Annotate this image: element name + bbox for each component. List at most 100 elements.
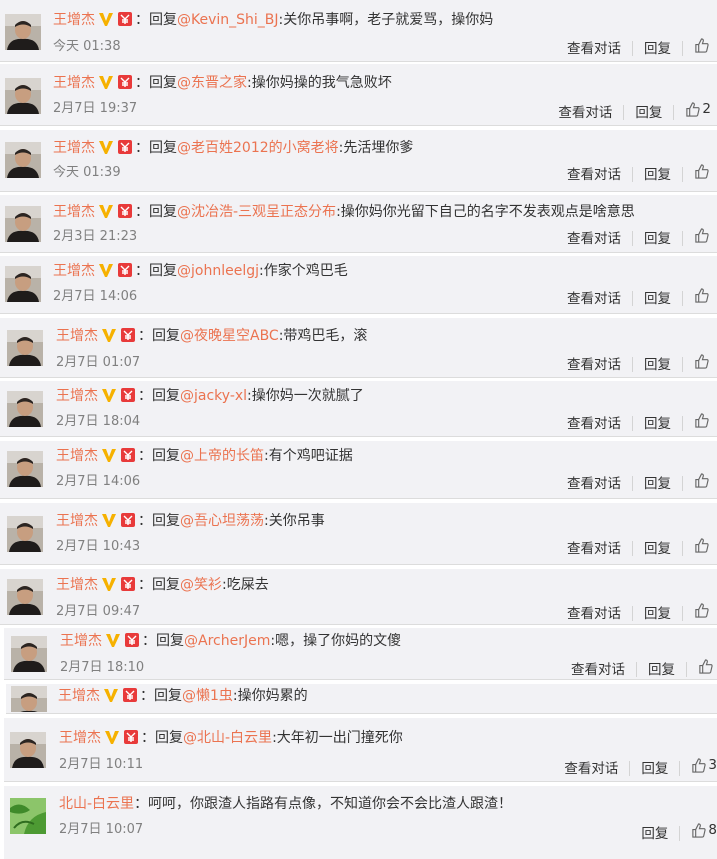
mention-link[interactable]: @沈冶浩-三观呈正态分布 bbox=[177, 204, 336, 220]
mention-link[interactable]: @上帝的长笛 bbox=[180, 448, 264, 464]
avatar[interactable] bbox=[5, 266, 41, 302]
view-conversation-link[interactable]: 查看对话 bbox=[567, 605, 621, 623]
author-name[interactable]: 王增杰 bbox=[56, 328, 98, 344]
view-conversation-link[interactable]: 查看对话 bbox=[567, 290, 621, 308]
timestamp[interactable]: 2月7日 18:10 bbox=[60, 659, 144, 677]
view-conversation-link[interactable]: 查看对话 bbox=[567, 356, 621, 374]
like-button[interactable] bbox=[694, 603, 711, 618]
like-button[interactable] bbox=[698, 659, 715, 674]
mention-link[interactable]: @北山-白云里 bbox=[183, 730, 272, 746]
view-conversation-link[interactable]: 查看对话 bbox=[567, 166, 621, 184]
reply-link[interactable]: 回复 bbox=[644, 166, 671, 184]
like-button[interactable] bbox=[694, 538, 711, 553]
mention-link[interactable]: @东晋之家 bbox=[177, 75, 247, 91]
avatar[interactable] bbox=[7, 391, 43, 427]
timestamp[interactable]: 2月7日 10:43 bbox=[56, 538, 140, 556]
avatar[interactable] bbox=[7, 451, 43, 487]
comment-text: ：呵呵，你跟渣人指路有点像，不知道你会不会比渣人跟渣！ bbox=[134, 796, 513, 812]
verified-v-icon bbox=[105, 632, 121, 654]
timestamp[interactable]: 2月7日 01:07 bbox=[56, 354, 140, 372]
red-envelope-badge-icon bbox=[120, 512, 136, 534]
reply-link[interactable]: 回复 bbox=[644, 290, 671, 308]
like-button[interactable] bbox=[694, 413, 711, 428]
author-name[interactable]: 王增杰 bbox=[56, 513, 98, 529]
timestamp[interactable]: 2月7日 14:06 bbox=[53, 288, 137, 306]
action-bar: 查看对话 回复 bbox=[567, 228, 711, 248]
timestamp[interactable]: 2月7日 10:11 bbox=[59, 756, 143, 774]
avatar[interactable] bbox=[11, 686, 47, 712]
like-button[interactable]: 2 bbox=[685, 100, 711, 118]
author-name[interactable]: 王增杰 bbox=[59, 730, 101, 746]
like-button[interactable] bbox=[694, 164, 711, 179]
author-name[interactable]: 王增杰 bbox=[53, 140, 95, 156]
mention-link[interactable]: @笑衫 bbox=[180, 577, 222, 593]
avatar[interactable] bbox=[5, 14, 41, 50]
avatar[interactable] bbox=[5, 206, 41, 242]
reply-link[interactable]: 回复 bbox=[644, 415, 671, 433]
view-conversation-link[interactable]: 查看对话 bbox=[571, 661, 625, 679]
timestamp[interactable]: 今天 01:39 bbox=[53, 164, 121, 182]
reply-link[interactable]: 回复 bbox=[635, 104, 662, 122]
mention-link[interactable]: @老百姓2012的小窝老将 bbox=[177, 140, 339, 156]
author-name[interactable]: 王增杰 bbox=[56, 388, 98, 404]
like-button[interactable]: 3 bbox=[691, 756, 717, 774]
like-button[interactable] bbox=[694, 288, 711, 303]
timestamp[interactable]: 2月7日 14:06 bbox=[56, 473, 140, 491]
reply-link[interactable]: 回复 bbox=[644, 540, 671, 558]
avatar[interactable] bbox=[11, 636, 47, 672]
view-conversation-link[interactable]: 查看对话 bbox=[567, 475, 621, 493]
like-button[interactable]: 8 bbox=[691, 821, 717, 839]
view-conversation-link[interactable]: 查看对话 bbox=[567, 540, 621, 558]
author-name[interactable]: 王增杰 bbox=[58, 688, 100, 704]
timestamp[interactable]: 2月7日 19:37 bbox=[53, 100, 137, 118]
like-button[interactable] bbox=[694, 473, 711, 488]
reply-link[interactable]: 回复 bbox=[644, 475, 671, 493]
reply-link[interactable]: 回复 bbox=[644, 40, 671, 58]
view-conversation-link[interactable]: 查看对话 bbox=[567, 40, 621, 58]
mention-link[interactable]: @吾心坦荡荡 bbox=[180, 513, 264, 529]
mention-link[interactable]: @johnleelgj bbox=[177, 263, 259, 279]
reply-link[interactable]: 回复 bbox=[648, 661, 675, 679]
mention-link[interactable]: @懒1虫 bbox=[182, 688, 233, 704]
mention-link[interactable]: @ArcherJem bbox=[184, 633, 270, 649]
timestamp[interactable]: 2月7日 18:04 bbox=[56, 413, 140, 431]
avatar[interactable] bbox=[5, 142, 41, 178]
timestamp[interactable]: 2月7日 09:47 bbox=[56, 603, 140, 621]
avatar[interactable] bbox=[5, 78, 41, 114]
author-name[interactable]: 王增杰 bbox=[60, 633, 102, 649]
comment-line: 王增杰 ：回复@jacky-xl:操你妈一次就腻了 bbox=[56, 386, 364, 409]
reply-link[interactable]: 回复 bbox=[641, 760, 668, 778]
view-conversation-link[interactable]: 查看对话 bbox=[567, 415, 621, 433]
author-name[interactable]: 王增杰 bbox=[53, 263, 95, 279]
mention-link[interactable]: @夜晚星空ABC bbox=[180, 328, 279, 344]
avatar[interactable] bbox=[7, 579, 43, 615]
reply-link[interactable]: 回复 bbox=[644, 230, 671, 248]
like-button[interactable] bbox=[694, 354, 711, 369]
author-name[interactable]: 王增杰 bbox=[53, 75, 95, 91]
avatar[interactable] bbox=[10, 798, 46, 834]
reply-link[interactable]: 回复 bbox=[644, 356, 671, 374]
timestamp[interactable]: 今天 01:38 bbox=[53, 38, 121, 56]
view-conversation-link[interactable]: 查看对话 bbox=[567, 230, 621, 248]
reply-link[interactable]: 回复 bbox=[644, 605, 671, 623]
comment-line: 王增杰 ：回复@笑衫:吃屎去 bbox=[56, 575, 269, 598]
author-name[interactable]: 王增杰 bbox=[56, 448, 98, 464]
reply-link[interactable]: 回复 bbox=[641, 825, 668, 843]
timestamp[interactable]: 2月7日 10:07 bbox=[59, 821, 143, 839]
view-conversation-link[interactable]: 查看对话 bbox=[558, 104, 612, 122]
author-name[interactable]: 北山-白云里 bbox=[59, 796, 134, 812]
mention-link[interactable]: @Kevin_Shi_BJ bbox=[177, 12, 279, 28]
author-name[interactable]: 王增杰 bbox=[53, 12, 95, 28]
avatar[interactable] bbox=[10, 732, 46, 768]
avatar[interactable] bbox=[7, 516, 43, 552]
mention-link[interactable]: @jacky-xl bbox=[180, 388, 247, 404]
like-button[interactable] bbox=[694, 38, 711, 53]
author-name[interactable]: 王增杰 bbox=[56, 577, 98, 593]
avatar[interactable] bbox=[7, 330, 43, 366]
view-conversation-link[interactable]: 查看对话 bbox=[564, 760, 618, 778]
like-button[interactable] bbox=[694, 228, 711, 243]
timestamp[interactable]: 2月3日 21:23 bbox=[53, 228, 137, 246]
action-bar: 查看对话 回复 bbox=[567, 164, 711, 184]
comment-row: 王增杰 ：回复@吾心坦荡荡:关你吊事 2月7日 10:43 查看对话 回复 bbox=[0, 503, 717, 565]
author-name[interactable]: 王增杰 bbox=[53, 204, 95, 220]
